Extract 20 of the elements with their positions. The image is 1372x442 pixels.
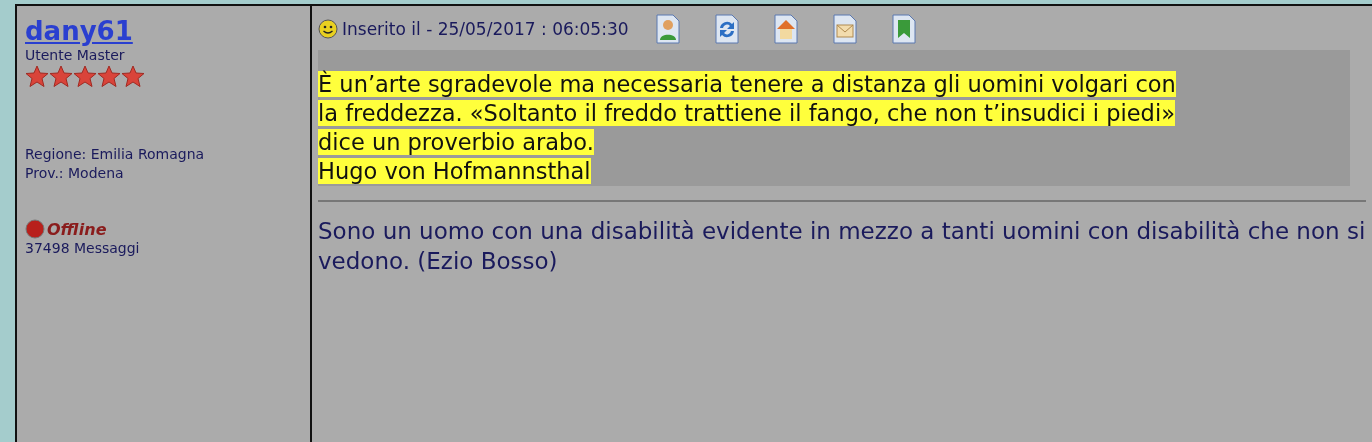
user-rank: Utente Master bbox=[25, 46, 125, 65]
bookmark-icon[interactable] bbox=[890, 14, 917, 44]
signature-text: Sono un uomo con una disabilità evidente in mezzo a tanti uomini con disabilità che non si vedono. (Ezio Bosso) bbox=[318, 217, 1366, 276]
region-text: Regione: Emilia Romagna bbox=[25, 145, 205, 164]
star-icon bbox=[121, 65, 145, 87]
person-icon[interactable] bbox=[654, 14, 681, 44]
status-label: Offline bbox=[47, 219, 107, 239]
star-icon bbox=[49, 65, 73, 87]
star-icon bbox=[25, 65, 49, 87]
quote-author: Hugo von Hofmannsthal bbox=[318, 158, 591, 184]
smiley-icon bbox=[318, 19, 338, 39]
post-date: Inserito il - 25/05/2017 : 06:05:30 bbox=[342, 19, 629, 39]
envelope-icon[interactable] bbox=[831, 14, 858, 44]
post-count: 37498 Messaggi bbox=[25, 239, 140, 258]
username-link[interactable]: dany61 bbox=[25, 16, 133, 46]
star-icon bbox=[73, 65, 97, 87]
province-text: Prov.: Modena bbox=[25, 164, 124, 183]
star-icon bbox=[97, 65, 121, 87]
refresh-icon[interactable] bbox=[713, 14, 740, 44]
home-icon[interactable] bbox=[772, 14, 799, 44]
